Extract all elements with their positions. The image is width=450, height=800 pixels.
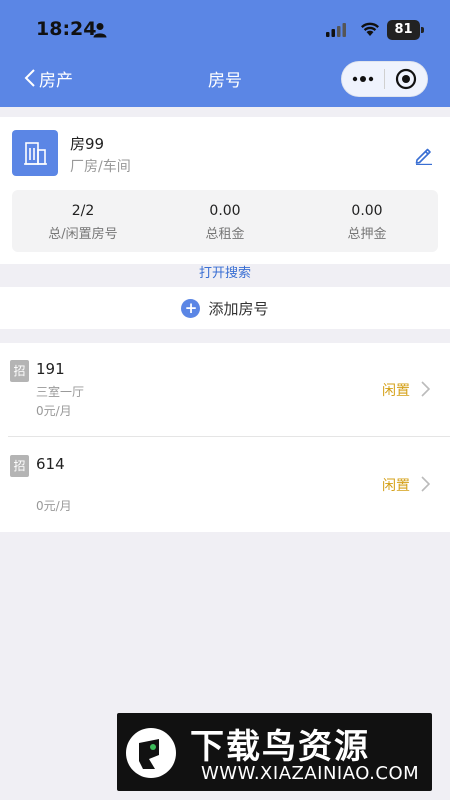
property-name: 房99 <box>70 135 105 153</box>
recruiting-badge: 招 <box>10 360 29 382</box>
watermark: 下载鸟资源 WWW.XIAZAINIAO.COM <box>117 713 432 791</box>
room-rent: 0元/月 <box>36 499 72 513</box>
stat-vacant-rooms: 2/2 总/闲置房号 <box>12 190 154 252</box>
more-dots-icon <box>352 76 374 82</box>
stats-panel: 2/2 总/闲置房号 0.00 总租金 0.00 总押金 <box>12 190 438 252</box>
list-item[interactable]: 招 614 0元/月 闲置 <box>8 438 450 532</box>
bird-logo-icon <box>126 728 176 778</box>
battery-indicator: 81 <box>387 20 424 40</box>
stat-value: 0.00 <box>351 203 383 219</box>
room-status: 闲置 <box>382 383 410 399</box>
property-card: 房99 厂房/车间 2/2 总/闲置房号 0.00 总租金 0.00 总押金 <box>0 117 450 264</box>
watermark-title: 下载鸟资源 <box>190 727 370 767</box>
stat-value: 0.00 <box>209 203 241 219</box>
room-status: 闲置 <box>382 478 410 494</box>
open-search-link[interactable]: 打开搜索 <box>0 264 450 286</box>
miniprogram-capsule <box>341 61 428 97</box>
add-room-button[interactable]: + 添加房号 <box>0 287 450 329</box>
room-number: 191 <box>36 360 65 378</box>
edit-pencil-icon[interactable] <box>414 145 434 165</box>
building-icon <box>12 130 58 176</box>
stat-total-rent: 0.00 总租金 <box>154 190 296 252</box>
more-button[interactable] <box>342 61 384 97</box>
wifi-icon <box>361 22 379 36</box>
room-layout: 三室一厅 <box>36 385 85 399</box>
stat-label: 总押金 <box>347 227 387 242</box>
target-icon <box>395 68 417 90</box>
recruiting-badge: 招 <box>10 455 29 477</box>
stat-label: 总租金 <box>205 227 245 242</box>
watermark-url: WWW.XIAZAINIAO.COM <box>201 763 420 784</box>
person-icon <box>93 23 107 38</box>
add-room-label: 添加房号 <box>208 299 269 318</box>
stat-total-deposit: 0.00 总押金 <box>296 190 438 252</box>
status-time: 18:24 <box>36 18 97 40</box>
property-type: 厂房/车间 <box>70 159 131 175</box>
status-bar: 18:24 81 <box>36 18 424 44</box>
chevron-right-icon <box>421 476 430 492</box>
room-rent: 0元/月 <box>36 404 72 418</box>
chevron-right-icon <box>421 381 430 397</box>
top-bar: 18:24 81 房产 房号 <box>0 0 450 107</box>
stat-value: 2/2 <box>71 203 95 219</box>
close-miniprogram-button[interactable] <box>385 61 427 97</box>
room-number: 614 <box>36 455 65 473</box>
plus-icon: + <box>181 298 201 318</box>
stat-label: 总/闲置房号 <box>48 227 118 242</box>
room-list: 招 191 三室一厅 0元/月 闲置 招 614 0元/月 闲置 <box>0 343 450 532</box>
list-item[interactable]: 招 191 三室一厅 0元/月 闲置 <box>8 343 450 437</box>
signal-icon <box>326 23 346 37</box>
